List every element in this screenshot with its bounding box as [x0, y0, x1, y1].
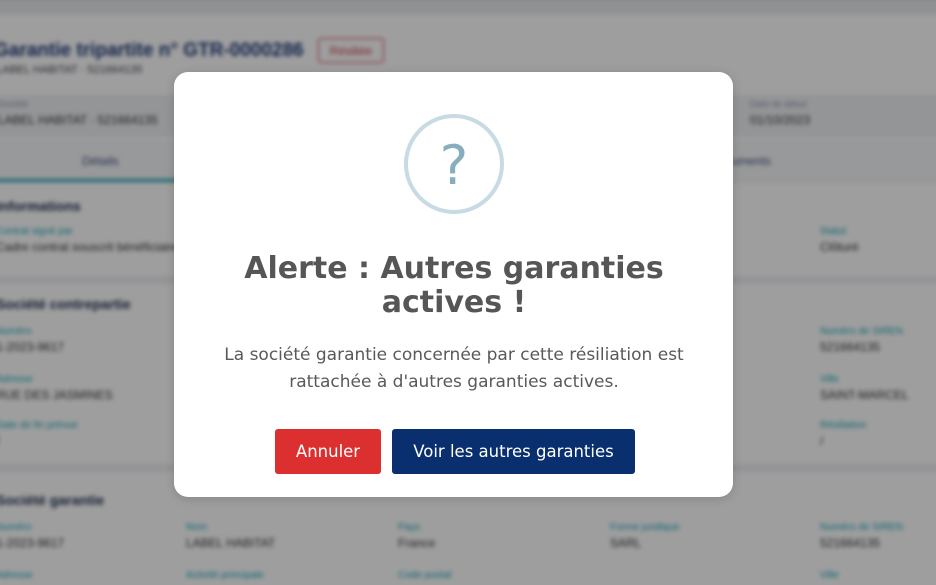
alert-dialog: ? Alerte : Autres garanties actives ! La…	[174, 72, 733, 497]
cancel-button[interactable]: Annuler	[275, 429, 381, 474]
dialog-title: Alerte : Autres garanties actives !	[244, 251, 664, 320]
question-icon: ?	[404, 114, 504, 214]
view-other-guarantees-button[interactable]: Voir les autres garanties	[392, 429, 635, 474]
dialog-message: La société garantie concernée par cette …	[224, 345, 684, 392]
question-glyph: ?	[439, 134, 469, 197]
